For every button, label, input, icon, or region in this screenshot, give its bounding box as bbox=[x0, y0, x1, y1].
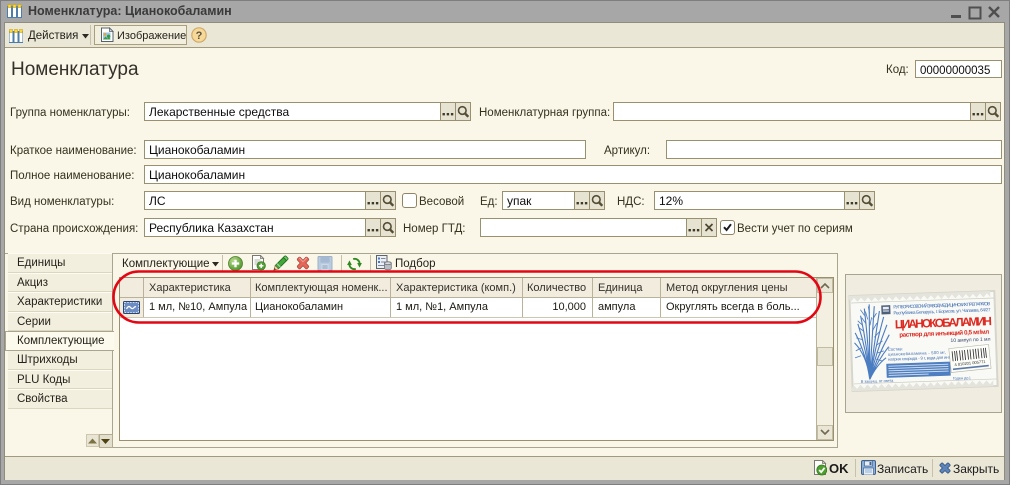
svg-text:Годен до |: Годен до | bbox=[953, 376, 971, 381]
